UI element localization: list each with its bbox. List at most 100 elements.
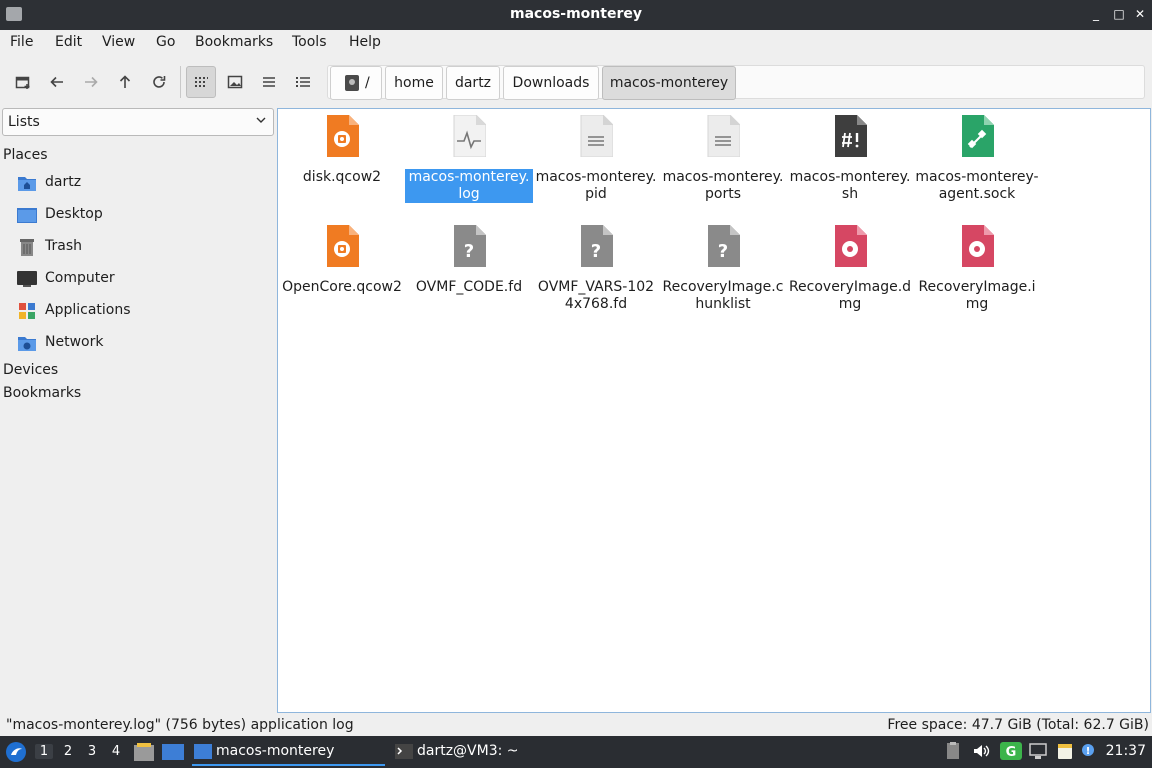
- desktop-folder-icon: [17, 208, 37, 223]
- menu-go[interactable]: Go: [156, 34, 175, 50]
- file-item[interactable]: ? OVMF_CODE.fd: [405, 219, 533, 296]
- sidebar-item-desktop[interactable]: Desktop: [0, 201, 275, 231]
- socket-file-icon: [962, 115, 994, 157]
- toolbar-separator: [180, 66, 181, 98]
- svg-text:!: !: [1086, 746, 1091, 757]
- up-button[interactable]: [110, 66, 140, 98]
- menu-help[interactable]: Help: [349, 34, 381, 50]
- title-bar: macos-monterey _ □ ✕: [0, 0, 1152, 30]
- path-home[interactable]: home: [385, 66, 443, 100]
- task-file-manager[interactable]: macos-monterey: [192, 738, 385, 766]
- sidebar-mode-select[interactable]: Lists: [2, 108, 274, 136]
- breadcrumb: / home dartz Downloads macos-monterey: [327, 65, 1145, 100]
- file-item[interactable]: OpenCore.qcow2: [278, 219, 406, 296]
- clipboard-icon[interactable]: [944, 742, 962, 760]
- sidebar-item-label: Applications: [45, 302, 131, 318]
- svg-text:?: ?: [718, 241, 728, 262]
- disc-image-icon: [835, 225, 867, 267]
- file-view[interactable]: disk.qcow2 macos-monterey.log macos-mont…: [277, 108, 1151, 713]
- svg-text:?: ?: [464, 241, 474, 262]
- file-name: disk.qcow2: [302, 169, 382, 185]
- svg-text:?: ?: [591, 241, 601, 262]
- file-item[interactable]: RecoveryImage.dmg: [786, 219, 914, 313]
- notification-icon[interactable]: !: [1080, 742, 1098, 760]
- thumbnail-view-button[interactable]: [220, 66, 250, 98]
- up-icon: [119, 75, 131, 88]
- icon-view-button[interactable]: [186, 66, 216, 98]
- task-terminal[interactable]: dartz@VM3: ~: [393, 738, 583, 766]
- unknown-file-icon: ?: [454, 225, 486, 267]
- sidebar-item-label: Computer: [45, 270, 115, 286]
- sidebar-item-computer[interactable]: Computer: [0, 265, 275, 295]
- file-name: macos-monterey.sh: [789, 169, 911, 202]
- minimize-button[interactable]: _: [1087, 5, 1105, 23]
- file-item[interactable]: macos-monterey.pid: [532, 109, 660, 203]
- compact-view-icon: [263, 77, 275, 87]
- workspace-1[interactable]: 1: [35, 744, 53, 759]
- network-monitor-icon[interactable]: [1029, 742, 1047, 760]
- file-item[interactable]: ? RecoveryImage.chunklist: [659, 219, 787, 313]
- workspace-4[interactable]: 4: [107, 744, 125, 759]
- sidebar-item-dartz[interactable]: dartz: [0, 169, 275, 199]
- file-item[interactable]: disk.qcow2: [278, 109, 406, 186]
- detailed-list-button[interactable]: [288, 66, 318, 98]
- menu-bar: File Edit View Go Bookmarks Tools Help: [0, 30, 1152, 56]
- menu-file[interactable]: File: [10, 34, 33, 50]
- start-menu-icon[interactable]: [5, 741, 27, 763]
- window-title: macos-monterey: [510, 6, 642, 22]
- workspace-3[interactable]: 3: [83, 744, 101, 759]
- drive-icon: [345, 75, 359, 91]
- task-label: macos-monterey: [216, 743, 335, 759]
- forward-button[interactable]: [76, 66, 106, 98]
- computer-icon: [17, 271, 37, 287]
- file-name: RecoveryImage.dmg: [788, 279, 912, 312]
- bookmarks-heading[interactable]: Bookmarks: [3, 385, 81, 401]
- file-item[interactable]: macos-monterey.sh: [786, 109, 914, 203]
- reload-button[interactable]: [144, 66, 174, 98]
- file-item[interactable]: macos-monterey-agent.sock: [913, 109, 1041, 203]
- taskbar: 1 2 3 4 macos-monterey dartz@VM3: ~ G ! …: [0, 736, 1152, 768]
- file-name: RecoveryImage.img: [918, 279, 1036, 312]
- file-name: macos-monterey.log: [405, 169, 533, 203]
- file-manager-launcher-icon[interactable]: [134, 743, 154, 761]
- path-macos-monterey[interactable]: macos-monterey: [602, 66, 736, 100]
- path-downloads[interactable]: Downloads: [503, 66, 599, 100]
- clock[interactable]: 21:37: [1106, 743, 1146, 759]
- compact-view-button[interactable]: [254, 66, 284, 98]
- maximize-button[interactable]: □: [1110, 5, 1128, 23]
- sidebar-item-label: dartz: [45, 174, 82, 190]
- menu-edit[interactable]: Edit: [55, 34, 82, 50]
- devices-heading[interactable]: Devices: [3, 362, 58, 378]
- workspace-2[interactable]: 2: [59, 744, 77, 759]
- path-dartz[interactable]: dartz: [446, 66, 500, 100]
- folder-icon: [194, 744, 212, 759]
- show-desktop-icon[interactable]: [162, 743, 184, 761]
- file-name: macos-monterey.pid: [535, 169, 657, 202]
- detailed-list-icon: [296, 77, 310, 87]
- file-item[interactable]: ? OVMF_VARS-1024x768.fd: [532, 219, 660, 313]
- back-button[interactable]: [42, 66, 72, 98]
- status-selection-info: "macos-monterey.log" (756 bytes) applica…: [6, 717, 354, 733]
- update-manager-icon[interactable]: G: [1000, 742, 1022, 760]
- menu-view[interactable]: View: [102, 34, 135, 50]
- new-tab-button[interactable]: [8, 66, 38, 98]
- sidebar-item-network[interactable]: Network: [0, 329, 275, 359]
- notes-icon[interactable]: [1056, 742, 1074, 760]
- volume-icon[interactable]: [972, 742, 990, 760]
- close-button[interactable]: ✕: [1131, 5, 1149, 23]
- script-file-icon: [835, 115, 867, 157]
- sidebar-item-applications[interactable]: Applications: [0, 297, 275, 327]
- unknown-file-icon: ?: [708, 225, 740, 267]
- forward-icon: [85, 76, 98, 88]
- path-root-label: /: [365, 75, 370, 91]
- menu-tools[interactable]: Tools: [292, 34, 327, 50]
- path-root-button[interactable]: /: [330, 66, 382, 100]
- file-item[interactable]: macos-monterey.ports: [659, 109, 787, 203]
- menu-bookmarks[interactable]: Bookmarks: [195, 34, 273, 50]
- sidebar-item-trash[interactable]: Trash: [0, 233, 275, 263]
- file-item[interactable]: RecoveryImage.img: [913, 219, 1041, 313]
- places-heading[interactable]: Places: [3, 147, 48, 163]
- file-name: macos-monterey-agent.sock: [915, 169, 1039, 202]
- disk-image-icon: [327, 225, 359, 267]
- file-item[interactable]: macos-monterey.log: [405, 109, 533, 203]
